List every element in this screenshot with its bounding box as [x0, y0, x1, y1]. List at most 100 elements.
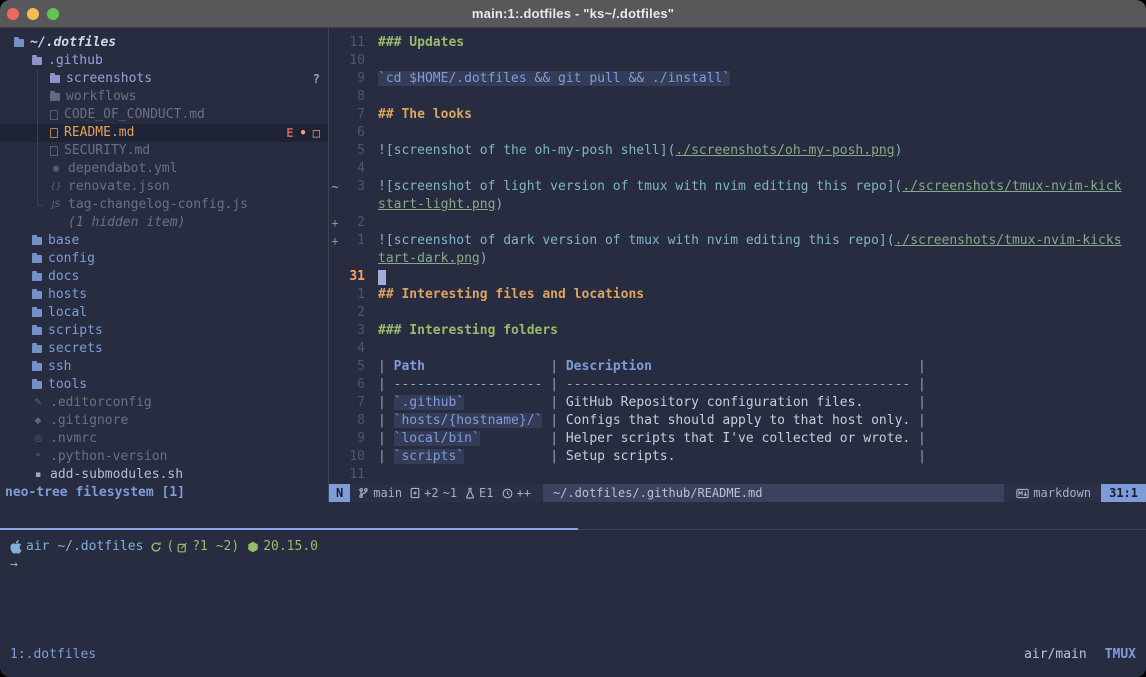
- text-segment-link: ./screenshots/tmux-nvim-kicks: [895, 233, 1122, 248]
- line-number: 1: [341, 232, 365, 250]
- editor-line[interactable]: 5![screenshot of the oh-my-posh shell](.…: [329, 142, 1146, 160]
- gutter-sign: [329, 160, 341, 178]
- tree-item-tag-changelog-config.js[interactable]: JStag-changelog-config.js: [0, 196, 328, 214]
- tree-item-.editorconfig[interactable]: ✎.editorconfig: [0, 394, 328, 412]
- editor-line[interactable]: 4: [329, 160, 1146, 178]
- tree-item-CODEOFCONDUCT.md[interactable]: CODE_OF_CONDUCT.md: [0, 106, 328, 124]
- tree-item-.gitignore[interactable]: ◆.gitignore: [0, 412, 328, 430]
- line-content: ## The looks: [378, 106, 1146, 124]
- editor-line[interactable]: 5| Path | Description |: [329, 358, 1146, 376]
- editor-line[interactable]: +1![screenshot of dark version of tmux w…: [329, 232, 1146, 250]
- tree-item-.python-version[interactable]: *.python-version: [0, 448, 328, 466]
- editor-line[interactable]: 7| `.github` | GitHub Repository configu…: [329, 394, 1146, 412]
- tmux-window-label[interactable]: 1:.dotfiles: [10, 645, 96, 665]
- maximize-button[interactable]: [47, 8, 59, 20]
- editor-line[interactable]: 11: [329, 466, 1146, 484]
- line-content: [378, 304, 1146, 322]
- editor-line[interactable]: 4: [329, 340, 1146, 358]
- text-segment-plain: [464, 395, 542, 410]
- editor-line[interactable]: 8: [329, 88, 1146, 106]
- tree-item-ssh[interactable]: ssh: [0, 358, 328, 376]
- line-content: | `.github` | GitHub Repository configur…: [378, 394, 1146, 412]
- tree-item-dependabot.yml[interactable]: ◉dependabot.yml: [0, 160, 328, 178]
- text-segment-pipe: |: [542, 395, 565, 410]
- gutter-sign: [329, 358, 341, 376]
- editor-line[interactable]: +2: [329, 214, 1146, 232]
- tree-item-renovate.json[interactable]: {}renovate.json: [0, 178, 328, 196]
- hexagon-icon: ◎: [32, 434, 44, 444]
- tree-item-README.md[interactable]: README.mdE•□: [0, 124, 328, 142]
- js-icon: JS: [50, 200, 62, 210]
- editor-line[interactable]: 10| `scripts` | Setup scripts. |: [329, 448, 1146, 466]
- shell-pane[interactable]: air ~/.dotfiles ( ?1 ~2 ) 20.15.0 →: [0, 530, 1146, 677]
- line-number: 9: [341, 70, 365, 88]
- minimize-button[interactable]: [27, 8, 39, 20]
- close-button[interactable]: [7, 8, 19, 20]
- line-content: [378, 124, 1146, 142]
- editor-line[interactable]: 2: [329, 304, 1146, 322]
- editor-line[interactable]: 9 `cd $HOME/.dotfiles && git pull && ./in…: [329, 70, 1146, 88]
- line-content: tart-dark.png): [378, 250, 1146, 268]
- editor-line[interactable]: 1## Interesting files and locations: [329, 286, 1146, 304]
- editor-line[interactable]: 8| `hosts/{hostname}/` | Configs that sh…: [329, 412, 1146, 430]
- shell-input-line[interactable]: →: [10, 556, 1146, 574]
- line-number: 8: [341, 412, 365, 430]
- tree-item-.nvmrc[interactable]: ◎.nvmrc: [0, 430, 328, 448]
- editor-line[interactable]: 7## The looks: [329, 106, 1146, 124]
- folder-open-icon: [14, 39, 24, 47]
- git-status-badges: E•□: [286, 124, 320, 142]
- tmux-badge: TMUX: [1105, 645, 1136, 665]
- tree-item-tools[interactable]: tools: [0, 376, 328, 394]
- apple-icon: [10, 540, 22, 554]
- tree-item-scripts[interactable]: scripts: [0, 322, 328, 340]
- statusline: N main +2 ~1 E1: [329, 484, 1146, 502]
- terminal-window: main:1:.dotfiles - "ks~/.dotfiles" ~/.do…: [0, 0, 1146, 677]
- gutter-sign: [329, 286, 341, 304]
- tree-item-.github[interactable]: .github: [0, 52, 328, 70]
- editor-line[interactable]: 6: [329, 124, 1146, 142]
- text-segment-pipe: |: [378, 413, 394, 428]
- line-number: 8: [341, 88, 365, 106]
- line-content: ![screenshot of the oh-my-posh shell](./…: [378, 142, 1146, 160]
- gutter-sign: [329, 196, 341, 214]
- prompt-arrow: →: [10, 556, 18, 574]
- line-number: 10: [341, 52, 365, 70]
- editor-line[interactable]: tart-dark.png): [329, 250, 1146, 268]
- editor-line[interactable]: 31: [329, 268, 1146, 286]
- tree-item-label: scripts: [48, 322, 103, 340]
- tree-item-add-submodules.sh[interactable]: ▪add-submodules.sh: [0, 466, 328, 484]
- tree-item-screenshots[interactable]: screenshots?: [0, 70, 328, 88]
- editor-line[interactable]: 9| `local/bin` | Helper scripts that I'v…: [329, 430, 1146, 448]
- tree-item-label: ssh: [48, 358, 71, 376]
- folder-icon: [32, 237, 42, 245]
- cursor-position: 31:1: [1101, 484, 1146, 502]
- editor-line[interactable]: 6| ------------------- | ---------------…: [329, 376, 1146, 394]
- editor-buffer[interactable]: 11### Updates 10 9 `cd $HOME/.dotfiles &&…: [329, 28, 1146, 484]
- text-segment-dash: ----------------------------------------…: [566, 377, 910, 392]
- prompt-node-version: 20.15.0: [263, 538, 318, 556]
- editor-line[interactable]: 3### Interesting folders: [329, 322, 1146, 340]
- tree-item-secrets[interactable]: secrets: [0, 340, 328, 358]
- tree-item-SECURITY.md[interactable]: SECURITY.md: [0, 142, 328, 160]
- pencil-icon: ✎: [32, 398, 44, 408]
- text-segment-code: `cd $HOME/.dotfiles && git pull && ./ins…: [378, 71, 730, 86]
- editor-line[interactable]: start-light.png): [329, 196, 1146, 214]
- tree-item-local[interactable]: local: [0, 304, 328, 322]
- tree-item-1hiddenitem[interactable]: (1 hidden item): [0, 214, 328, 232]
- tree-item-base[interactable]: base: [0, 232, 328, 250]
- status-badge: •: [300, 124, 307, 142]
- tree-item-docs[interactable]: docs: [0, 268, 328, 286]
- tree-item-config[interactable]: config: [0, 250, 328, 268]
- git-branch-label: main: [373, 486, 402, 500]
- tree-item-.dotfiles[interactable]: ~/.dotfiles: [0, 34, 328, 52]
- session-group: ++: [502, 486, 531, 500]
- editor-line[interactable]: ~3![screenshot of light version of tmux …: [329, 178, 1146, 196]
- tmux-right-group: air/main TMUX: [1024, 645, 1136, 665]
- editor-line[interactable]: 10: [329, 52, 1146, 70]
- neotree-source-label: neo-tree filesystem [1]: [0, 484, 328, 502]
- tree-item-workflows[interactable]: workflows: [0, 88, 328, 106]
- folder-icon: [32, 273, 42, 281]
- editor-line[interactable]: 11### Updates: [329, 34, 1146, 52]
- braces-icon: {}: [50, 182, 62, 192]
- tree-item-hosts[interactable]: hosts: [0, 286, 328, 304]
